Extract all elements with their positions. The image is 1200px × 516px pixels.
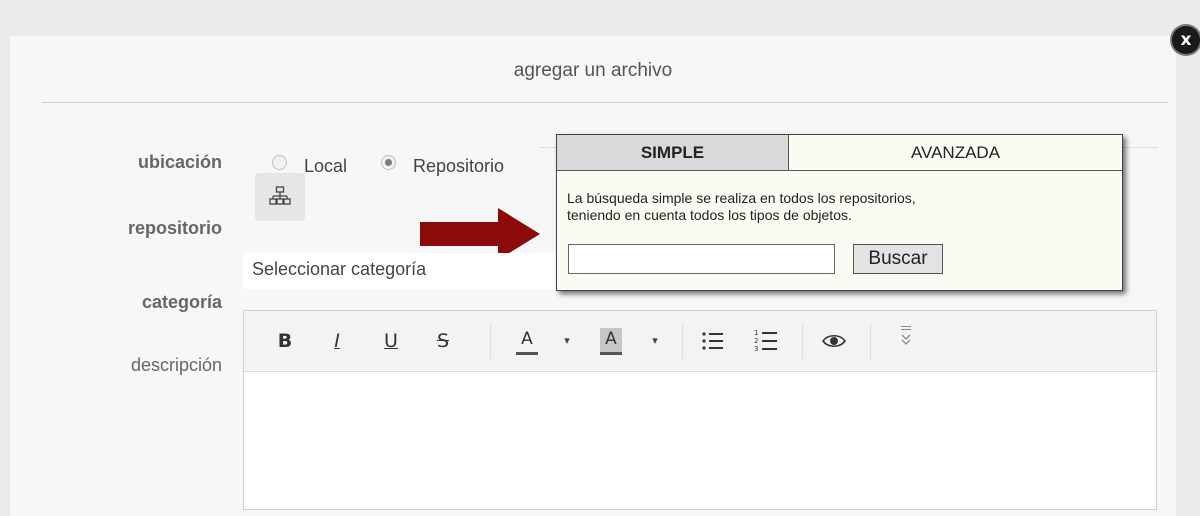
repository-picker-button[interactable] [255, 173, 305, 221]
title-divider [42, 102, 1168, 103]
expand-icon[interactable] [900, 325, 912, 347]
radio-repositorio[interactable] [381, 155, 396, 170]
ubicacion-label: ubicación [137, 152, 222, 172]
description-editor[interactable]: B I U S A ▾ A ▾ 123 [243, 310, 1157, 510]
search-description: La búsqueda simple se realiza en todos l… [567, 190, 1112, 224]
repository-search-popup: SIMPLE AVANZADA La búsqueda simple se re… [556, 134, 1123, 291]
background-color-button[interactable]: A [600, 328, 622, 355]
search-tabs: SIMPLE AVANZADA [557, 135, 1122, 171]
tab-simple[interactable]: SIMPLE [557, 135, 789, 171]
radio-local-label[interactable]: Local [304, 156, 347, 177]
bold-button[interactable]: B [274, 329, 296, 353]
svg-text:3: 3 [754, 345, 758, 353]
search-input[interactable] [568, 244, 835, 274]
toolbar-separator [802, 323, 803, 359]
background-color-caret[interactable]: ▾ [648, 329, 662, 353]
toolbar-separator [682, 323, 683, 359]
eye-icon[interactable] [822, 333, 846, 349]
svg-text:1: 1 [754, 329, 758, 337]
repositorio-label: repositorio [127, 218, 222, 238]
text-color-button[interactable]: A [516, 328, 538, 355]
strikethrough-button[interactable]: S [432, 329, 454, 353]
radio-repositorio-label[interactable]: Repositorio [413, 156, 504, 177]
search-button[interactable]: Buscar [853, 244, 943, 274]
toolbar-separator [490, 323, 491, 359]
search-description-line: teniendo en cuenta todos los tipos de ob… [567, 207, 852, 223]
categoria-label: categoría [141, 292, 222, 312]
toolbar-separator [870, 323, 871, 359]
svg-text:2: 2 [754, 337, 758, 345]
radio-local[interactable] [272, 155, 287, 170]
text-color-caret[interactable]: ▾ [560, 329, 574, 353]
numbered-list-icon[interactable]: 123 [754, 329, 778, 353]
tab-avanzada[interactable]: AVANZADA [789, 135, 1122, 171]
underline-button[interactable]: U [380, 329, 402, 353]
category-select-value: Seleccionar categoría [252, 259, 427, 279]
editor-toolbar: B I U S A ▾ A ▾ 123 [244, 311, 1156, 372]
search-description-line: La búsqueda simple se realiza en todos l… [567, 190, 916, 206]
close-icon[interactable]: x [1172, 26, 1200, 54]
sitemap-icon [269, 186, 291, 205]
dialog-title: agregar un archivo [513, 60, 673, 81]
descripcion-label: descripción [130, 355, 222, 375]
italic-button[interactable]: I [326, 329, 348, 353]
bullet-list-icon[interactable] [702, 331, 724, 351]
